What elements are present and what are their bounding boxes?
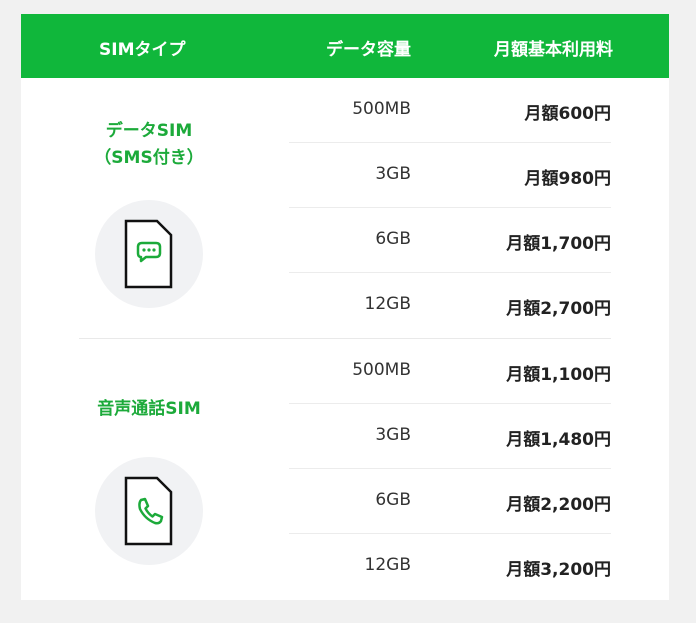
table-header: SIMタイプ データ容量 月額基本利用料 (21, 14, 669, 78)
data-capacity-cell: 500MB (352, 99, 411, 119)
table-row: 500MB 月額1,100円 (289, 339, 611, 404)
header-sim-type: SIMタイプ (99, 40, 186, 60)
data-capacity-cell: 3GB (375, 164, 411, 184)
data-capacity-cell: 12GB (364, 555, 411, 575)
plan-rows: 500MB 月額600円 3GB 月額980円 6GB 月額1,700円 12G… (289, 78, 611, 338)
plan-voice-sim: 音声通話SIM 500MB 月額1,100円 3GB 月額1,480円 6GB … (21, 339, 669, 599)
monthly-fee-cell: 月額980円 (524, 169, 612, 189)
plan-name: データSIM （SMS付き） (21, 118, 277, 172)
header-monthly-fee: 月額基本利用料 (494, 40, 613, 60)
data-capacity-cell: 6GB (375, 229, 411, 249)
plan-name-line2: （SMS付き） (94, 148, 204, 168)
data-capacity-cell: 12GB (364, 294, 411, 314)
table-row: 6GB 月額1,700円 (289, 208, 611, 273)
data-capacity-cell: 500MB (352, 360, 411, 380)
table-row: 3GB 月額1,480円 (289, 404, 611, 469)
sim-card-message-icon (95, 200, 203, 308)
plan-data-sim-sms: データSIM （SMS付き） 500MB 月額600円 3GB 月額980円 6 (21, 78, 669, 338)
header-data-capacity: データ容量 (326, 40, 411, 60)
sim-card-phone-icon (95, 457, 203, 565)
plan-name: 音声通話SIM (21, 396, 277, 423)
monthly-fee-cell: 月額1,100円 (506, 365, 611, 385)
data-capacity-cell: 6GB (375, 490, 411, 510)
data-capacity-cell: 3GB (375, 425, 411, 445)
monthly-fee-cell: 月額1,480円 (506, 430, 611, 450)
table-row: 12GB 月額2,700円 (289, 273, 611, 338)
pricing-table: SIMタイプ データ容量 月額基本利用料 データSIM （SMS付き） 500M… (21, 14, 669, 600)
monthly-fee-cell: 月額3,200円 (506, 560, 611, 580)
plan-name-line1: データSIM (105, 121, 193, 141)
monthly-fee-cell: 月額2,200円 (506, 495, 611, 515)
plan-name-line1: 音声通話SIM (97, 399, 201, 419)
plan-rows: 500MB 月額1,100円 3GB 月額1,480円 6GB 月額2,200円… (289, 339, 611, 599)
table-row: 6GB 月額2,200円 (289, 469, 611, 534)
monthly-fee-cell: 月額1,700円 (506, 234, 611, 254)
table-row: 3GB 月額980円 (289, 143, 611, 208)
table-row: 500MB 月額600円 (289, 78, 611, 143)
monthly-fee-cell: 月額2,700円 (506, 299, 611, 319)
monthly-fee-cell: 月額600円 (524, 104, 612, 124)
table-row: 12GB 月額3,200円 (289, 534, 611, 599)
